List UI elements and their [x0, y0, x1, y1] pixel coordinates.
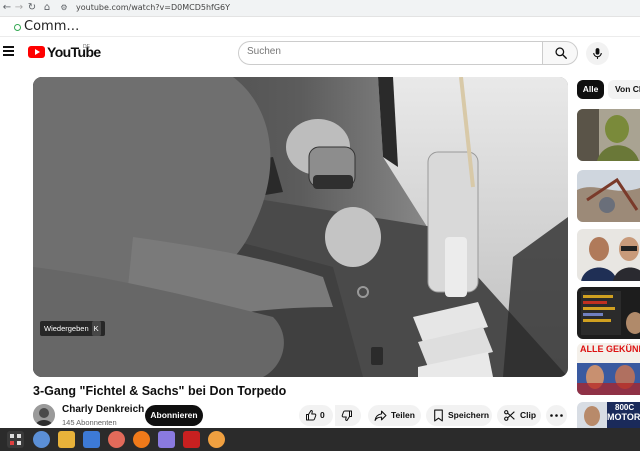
thumbnail-caption: ALLE GEKÜND: [580, 344, 640, 354]
thumbnail-caption: MOTOR: [607, 412, 640, 422]
logo-text: YouTube: [47, 44, 101, 60]
more-actions-button[interactable]: [546, 405, 567, 426]
share-button[interactable]: Teilen: [368, 405, 421, 426]
scissors-icon: [504, 410, 515, 421]
avatar-icon: [33, 404, 55, 426]
bookmarks-bar: Comm…: [0, 17, 640, 37]
play-tooltip: Wiedergeben K: [40, 321, 105, 336]
video-title: 3-Gang "Fichtel & Sachs" bei Don Torpedo: [33, 384, 287, 398]
browser-toolbar: ← → ↻ ⌂ ⚙ youtube.com/watch?v=D0MCD5hfG6…: [0, 0, 640, 17]
microphone-icon: [593, 48, 602, 59]
play-logo-icon: [28, 46, 45, 58]
recommended-thumbnail[interactable]: [577, 109, 640, 161]
app-menu-icon[interactable]: [7, 431, 24, 448]
search-box[interactable]: [238, 41, 543, 65]
os-taskbar: [0, 428, 640, 451]
clip-button[interactable]: Clip: [497, 405, 541, 426]
filter-chip-all[interactable]: Alle: [577, 80, 604, 99]
channel-name[interactable]: Charly Denkreich: [62, 404, 144, 415]
recommended-thumbnail[interactable]: [577, 229, 640, 281]
text-editor-icon[interactable]: [158, 431, 175, 448]
browser-app-icon[interactable]: [33, 431, 50, 448]
subscribe-button[interactable]: Abonnieren: [145, 405, 203, 426]
share-label: Teilen: [391, 410, 415, 420]
recommended-thumbnail[interactable]: [577, 170, 640, 222]
firefox-icon[interactable]: [133, 431, 150, 448]
bookmark-item[interactable]: Comm…: [24, 19, 79, 34]
like-button[interactable]: 0: [299, 405, 333, 426]
document-app-icon[interactable]: [83, 431, 100, 448]
region-code: DE: [83, 44, 90, 50]
recommended-thumbnail[interactable]: 800C MOTOR: [577, 402, 640, 428]
like-count: 0: [320, 410, 325, 420]
search-button[interactable]: [542, 41, 578, 65]
address-bar[interactable]: youtube.com/watch?v=D0MCD5hfG6Y: [76, 3, 230, 12]
search-input[interactable]: [247, 46, 527, 57]
recommended-thumbnail[interactable]: ALLE GEKÜND: [577, 343, 640, 395]
home-icon[interactable]: ⌂: [41, 2, 53, 14]
search-icon: [555, 47, 567, 59]
media-app-icon[interactable]: [108, 431, 125, 448]
tooltip-label: Wiedergeben: [44, 324, 89, 333]
share-icon: [374, 410, 387, 421]
bookmark-icon: [14, 24, 21, 31]
files-app-icon[interactable]: [58, 431, 75, 448]
channel-avatar[interactable]: [33, 404, 55, 426]
filter-chip-channel[interactable]: Von Ch: [608, 80, 640, 99]
reload-icon[interactable]: ↻: [26, 2, 38, 14]
video-frame: [33, 77, 568, 377]
more-horizontal-icon: [550, 414, 563, 417]
site-info-icon[interactable]: ⚙: [58, 2, 70, 14]
save-label: Speichern: [448, 410, 490, 420]
filezilla-icon[interactable]: [183, 431, 200, 448]
thumbs-up-icon: [306, 410, 317, 421]
save-button[interactable]: Speichern: [426, 405, 492, 426]
back-icon[interactable]: ←: [1, 2, 13, 14]
bookmark-save-icon: [434, 409, 443, 422]
voice-search-button[interactable]: [586, 42, 609, 65]
thumbs-down-icon: [341, 410, 352, 421]
settings-app-icon[interactable]: [208, 431, 225, 448]
clip-label: Clip: [520, 410, 537, 420]
thumbnail-caption: 800C: [615, 403, 635, 412]
video-player[interactable]: [33, 77, 568, 377]
forward-icon[interactable]: →: [13, 2, 25, 14]
hamburger-menu-icon[interactable]: [3, 46, 14, 57]
recommended-thumbnail[interactable]: [577, 287, 640, 339]
subscriber-count: 145 Abonnenten: [62, 418, 117, 427]
dislike-button[interactable]: [335, 405, 361, 426]
tooltip-shortcut-key: K: [91, 321, 101, 336]
